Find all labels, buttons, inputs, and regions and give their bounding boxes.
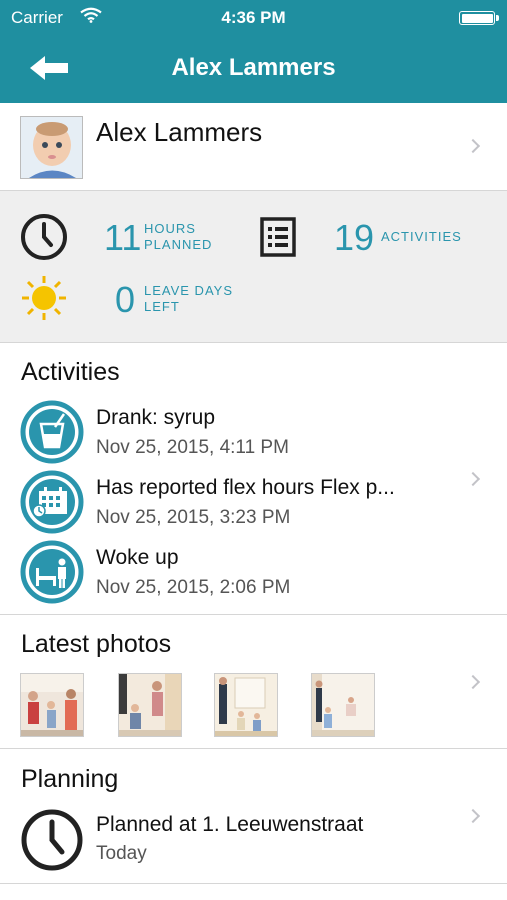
- chevron-right-icon: [465, 471, 481, 487]
- activity-title: Woke up: [96, 546, 179, 569]
- leave-label-line1: LEAVE DAYS: [144, 283, 233, 298]
- chevron-right-icon: [465, 674, 481, 690]
- page-title: Alex Lammers: [171, 54, 336, 81]
- flex-hours-icon: [20, 470, 84, 534]
- navigation-bar: Carrier 4:36 PM Alex Lammers: [0, 0, 507, 103]
- hours-label-line2: PLANNED: [144, 237, 213, 252]
- planning-item-date: Today: [96, 843, 147, 864]
- hours-planned-value: 11: [104, 217, 142, 258]
- planning-item-title: Planned at 1. Leeuwenstraat: [96, 813, 364, 836]
- activities-title: Activities: [21, 358, 120, 386]
- profile-name: Alex Lammers: [96, 117, 263, 147]
- chevron-right-icon: [465, 138, 481, 154]
- photo-thumbnail[interactable]: [311, 673, 375, 737]
- battery-icon: [459, 11, 499, 25]
- woke-up-icon: [20, 540, 84, 604]
- activity-date: Nov 25, 2015, 4:11 PM: [96, 437, 289, 458]
- clock-icon: [21, 214, 67, 260]
- checklist-icon: [260, 217, 296, 257]
- status-bar: Carrier 4:36 PM: [0, 0, 507, 36]
- activity-date: Nov 25, 2015, 2:06 PM: [96, 577, 291, 598]
- activity-title: Drank: syrup: [96, 406, 216, 429]
- avatar: [20, 116, 83, 179]
- divider: [0, 614, 507, 615]
- profile-row[interactable]: Alex Lammers: [0, 103, 507, 191]
- activities-count-label: ACTIVITIES: [381, 229, 462, 244]
- activities-count-value: 19: [334, 217, 375, 258]
- stats-panel: 11 HOURS PLANNED 19 ACTIVITIES 0 LEAVE D…: [0, 191, 507, 343]
- latest-photos-title: Latest photos: [21, 630, 172, 658]
- photo-thumbnail[interactable]: [118, 673, 182, 737]
- activity-date: Nov 25, 2015, 3:23 PM: [96, 507, 291, 528]
- planning-title: Planning: [21, 765, 119, 793]
- divider: [0, 883, 507, 884]
- photo-thumbnail[interactable]: [20, 673, 84, 737]
- sun-icon: [22, 276, 66, 320]
- hours-label-line1: HOURS: [144, 221, 196, 236]
- chevron-right-icon: [465, 808, 481, 824]
- leave-days-value: 0: [115, 279, 136, 320]
- drink-icon: [20, 400, 84, 464]
- clock-icon: [21, 809, 83, 871]
- photo-thumbnail[interactable]: [214, 673, 278, 737]
- divider: [0, 748, 507, 749]
- activity-title: Has reported flex hours Flex p...: [96, 476, 395, 499]
- leave-label-line2: LEFT: [144, 299, 180, 314]
- status-time: 4:36 PM: [221, 8, 286, 27]
